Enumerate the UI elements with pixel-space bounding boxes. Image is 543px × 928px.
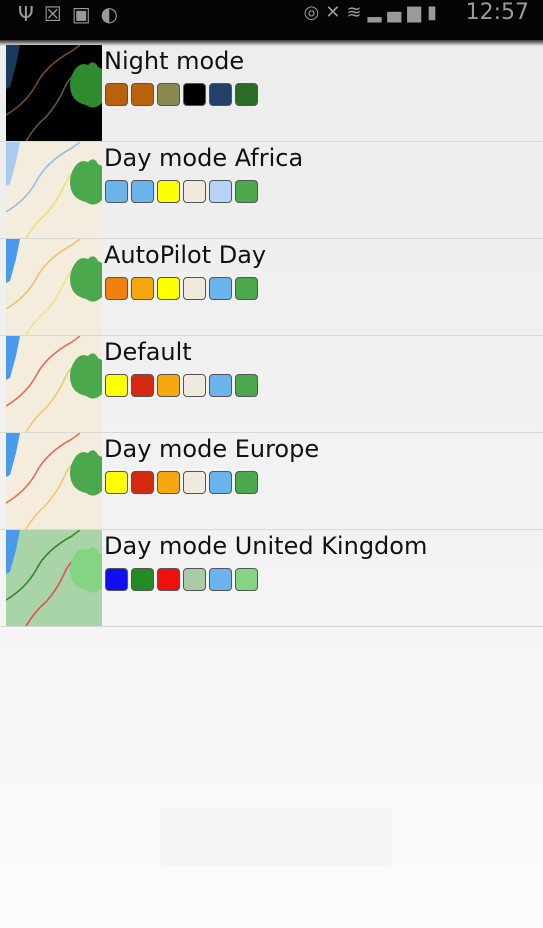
mute-icon: ✕: [325, 2, 347, 23]
color-swatches: [105, 180, 261, 206]
status-time: 12:57: [465, 0, 529, 25]
theme-row[interactable]: Day mode United Kingdom: [0, 530, 543, 627]
color-swatch: [183, 568, 206, 591]
color-swatch: [105, 277, 128, 300]
signal-icon: ▂▄▆: [367, 2, 428, 23]
theme-row[interactable]: Day mode Europe: [0, 433, 543, 530]
color-swatch: [157, 180, 180, 203]
color-swatch: [209, 180, 232, 203]
color-swatch: [157, 374, 180, 397]
theme-name: Day mode Europe: [104, 435, 320, 463]
theme-row[interactable]: Day mode Africa: [0, 142, 543, 239]
color-swatch: [235, 568, 258, 591]
color-swatch: [235, 277, 258, 300]
image-icon: ▣: [71, 2, 101, 26]
eye-icon: ◎: [303, 2, 326, 23]
map-thumbnail: [6, 45, 102, 141]
map-thumbnail: [6, 142, 102, 238]
color-swatch: [209, 83, 232, 106]
color-swatch: [105, 374, 128, 397]
map-thumbnail: [6, 239, 102, 335]
color-swatch: [183, 180, 206, 203]
color-swatch: [183, 374, 206, 397]
color-swatch: [235, 180, 258, 203]
map-thumbnail: [6, 530, 102, 626]
color-swatch: [105, 83, 128, 106]
color-swatch: [209, 568, 232, 591]
status-left-icons: Ψ☒▣◐: [18, 2, 128, 26]
color-swatch: [131, 180, 154, 203]
color-swatches: [105, 277, 261, 303]
color-swatch: [183, 83, 206, 106]
battery-icon: ▮: [427, 2, 443, 23]
color-swatches: [105, 471, 261, 497]
color-swatches: [105, 374, 261, 400]
color-swatches: [105, 568, 261, 594]
alarm-icon: ◐: [100, 2, 129, 26]
theme-row[interactable]: Night mode: [0, 45, 543, 142]
color-swatch: [209, 471, 232, 494]
color-swatch: [183, 471, 206, 494]
color-swatch: [131, 374, 154, 397]
color-swatch: [157, 83, 180, 106]
wifi-icon: ≋: [346, 2, 368, 23]
color-swatch: [131, 568, 154, 591]
theme-name: Night mode: [104, 47, 245, 75]
color-swatch: [157, 471, 180, 494]
color-swatch: [105, 180, 128, 203]
color-swatch: [131, 83, 154, 106]
theme-name: Day mode Africa: [104, 144, 304, 172]
color-swatch: [157, 568, 180, 591]
map-thumbnail: [6, 336, 102, 432]
theme-name: Default: [104, 338, 192, 366]
color-swatch: [131, 471, 154, 494]
close-notification-icon: ☒: [43, 2, 72, 26]
color-swatch: [235, 374, 258, 397]
color-swatches: [105, 83, 261, 109]
theme-row[interactable]: AutoPilot Day: [0, 239, 543, 336]
color-swatch: [235, 471, 258, 494]
theme-list: Night mode Day mode Africa AutoPilot Day De…: [0, 45, 543, 627]
color-swatch: [183, 277, 206, 300]
color-swatch: [235, 83, 258, 106]
color-swatch: [157, 277, 180, 300]
color-swatch: [105, 471, 128, 494]
usb-icon: Ψ: [18, 2, 44, 26]
status-bar: Ψ☒▣◐ ◎✕≋▂▄▆▮ 12:57: [0, 0, 543, 40]
theme-name: AutoPilot Day: [104, 241, 267, 269]
toast-ghost: [160, 808, 392, 866]
status-right-icons: ◎✕≋▂▄▆▮: [304, 2, 443, 23]
color-swatch: [131, 277, 154, 300]
color-swatch: [209, 277, 232, 300]
theme-row[interactable]: Default: [0, 336, 543, 433]
color-swatch: [105, 568, 128, 591]
color-swatch: [209, 374, 232, 397]
theme-name: Day mode United Kingdom: [104, 532, 428, 560]
map-thumbnail: [6, 433, 102, 529]
